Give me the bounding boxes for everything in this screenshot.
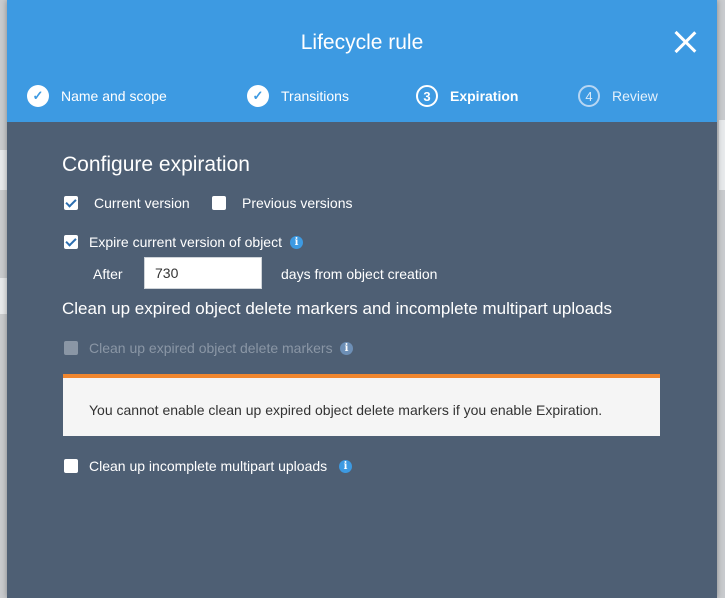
modal-title: Lifecycle rule	[300, 31, 424, 54]
alert-text: You cannot enable clean up expired objec…	[89, 402, 603, 418]
previous-versions-checkbox[interactable]	[212, 196, 226, 210]
cleanup-heading: Clean up expired object delete markers a…	[62, 299, 612, 318]
after-label: After	[93, 266, 123, 282]
step-label: Expiration	[450, 88, 519, 104]
check-icon: ✓	[247, 85, 269, 107]
check-icon: ✓	[27, 85, 49, 107]
multipart-checkbox[interactable]	[64, 459, 78, 473]
days-input[interactable]	[144, 257, 262, 289]
step-transitions[interactable]: ✓ Transitions	[247, 83, 349, 109]
step-label: Transitions	[281, 88, 349, 104]
info-icon[interactable]: i	[340, 342, 353, 355]
delete-markers-label: Clean up expired object delete markers	[89, 340, 333, 356]
multipart-label: Clean up incomplete multipart uploads	[89, 458, 328, 474]
days-suffix-label: days from object creation	[281, 266, 438, 282]
modal-header: Lifecycle rule ✓ Name and scope ✓ Transi…	[7, 0, 717, 122]
step-number: 3	[416, 85, 438, 107]
step-review[interactable]: 4 Review	[578, 83, 658, 109]
info-icon[interactable]: i	[290, 236, 303, 249]
expire-current-checkbox[interactable]	[64, 235, 78, 249]
step-name-and-scope[interactable]: ✓ Name and scope	[27, 83, 167, 109]
background-fragment	[719, 120, 725, 190]
step-label: Name and scope	[61, 88, 167, 104]
current-version-checkbox[interactable]	[64, 196, 78, 210]
step-label: Review	[612, 88, 658, 104]
info-icon[interactable]: i	[339, 460, 352, 473]
lifecycle-rule-modal: Lifecycle rule ✓ Name and scope ✓ Transi…	[7, 0, 717, 598]
delete-markers-checkbox	[64, 341, 78, 355]
current-version-label: Current version	[94, 195, 190, 211]
warning-alert: You cannot enable clean up expired objec…	[63, 374, 660, 436]
step-number: 4	[578, 85, 600, 107]
configure-expiration-heading: Configure expiration	[62, 153, 250, 176]
close-icon[interactable]	[673, 30, 697, 54]
expire-current-label: Expire current version of object	[89, 234, 282, 250]
step-expiration[interactable]: 3 Expiration	[416, 83, 518, 109]
previous-versions-label: Previous versions	[242, 195, 353, 211]
